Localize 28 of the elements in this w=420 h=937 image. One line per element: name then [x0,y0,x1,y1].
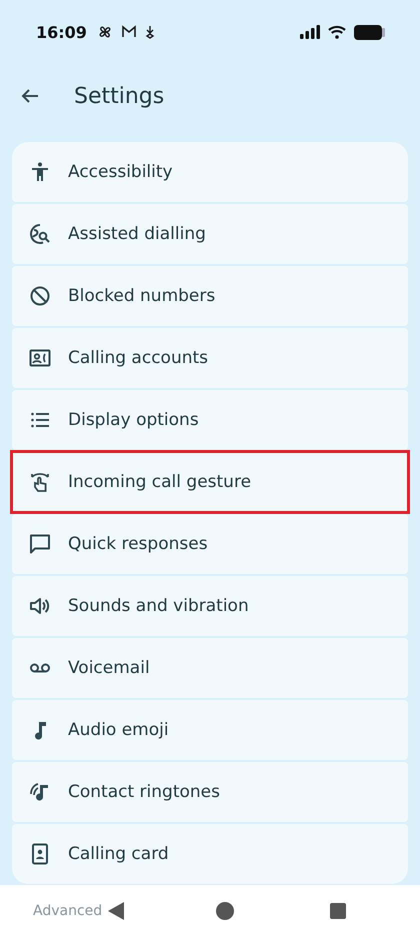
back-nav-icon[interactable] [108,902,124,920]
wifi-icon [328,25,346,39]
download-icon [144,25,155,39]
pinwheel-icon [96,24,113,40]
globe-search-icon [28,222,52,246]
settings-item[interactable]: Contact ringtones [12,762,408,822]
page-title: Settings [74,84,164,108]
settings-item[interactable]: Calling card [12,824,408,884]
settings-item[interactable]: Sounds and vibration [12,576,408,636]
battery-icon [354,24,386,40]
settings-item[interactable]: Assisted dialling [12,204,408,264]
settings-item[interactable]: Quick responses [12,514,408,574]
recents-nav-icon[interactable] [330,903,346,919]
settings-item[interactable]: Audio emoji [12,700,408,760]
section-label: Advanced [33,902,102,920]
settings-item[interactable]: Accessibility [12,142,408,202]
settings-item[interactable]: Calling accounts [12,328,408,388]
mail-icon [120,25,137,39]
hand-gesture-icon [28,470,52,494]
message-icon [28,532,52,556]
block-icon [28,284,52,308]
settings-item[interactable]: Voicemail [12,638,408,698]
settings-item[interactable]: Blocked numbers [12,266,408,326]
signal-icon [300,25,320,39]
status-time: 16:09 [36,22,87,42]
home-nav-icon[interactable] [216,902,234,920]
settings-item[interactable]: Display options [12,390,408,450]
settings-item[interactable]: Incoming call gesture [12,452,408,512]
